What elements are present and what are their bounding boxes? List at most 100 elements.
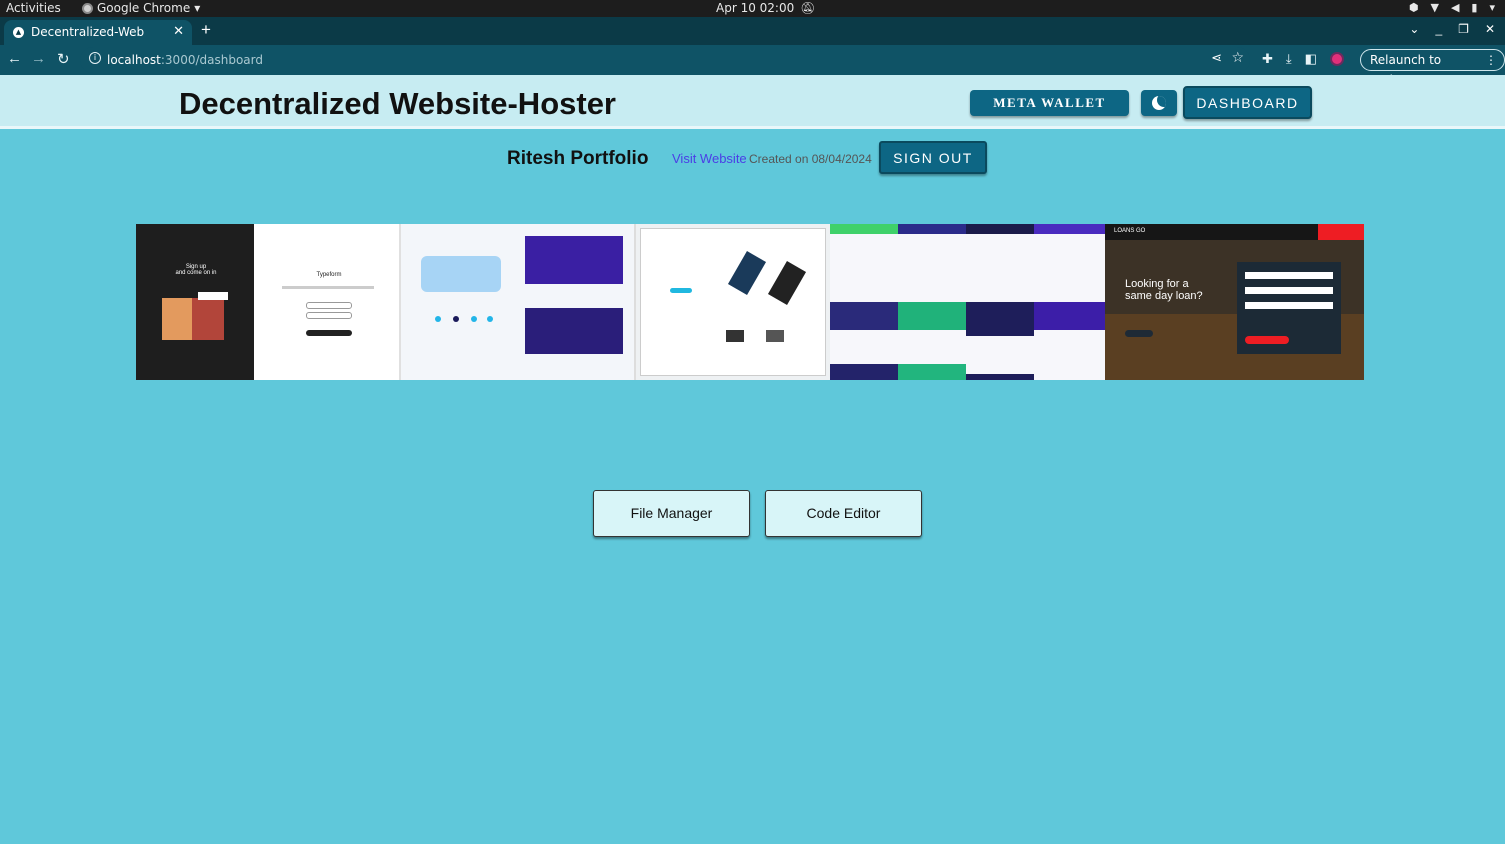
volume-icon: ◀ — [1450, 1, 1460, 14]
share-icon[interactable]: ⋖ — [1211, 51, 1222, 66]
thumbnail-art-block — [306, 312, 352, 319]
thumbnail-art-block — [830, 224, 898, 234]
app-menu-label: Google Chrome — [97, 1, 191, 15]
tab-strip: ▲ Decentralized-Web ✕ — [0, 17, 1505, 45]
website-thumbnail-gallery: Sign up and come on in Typeform LOANS GO… — [136, 224, 1364, 380]
dashboard-button[interactable]: DASHBOARD — [1183, 86, 1312, 119]
thumbnail-signup-text: Sign up and come on in — [175, 264, 217, 276]
thumbnail-art-block — [830, 364, 898, 380]
browser-tab[interactable]: ▲ Decentralized-Web ✕ — [4, 20, 192, 45]
created-date: Created on 08/04/2024 — [749, 152, 872, 166]
system-tray[interactable]: ⬢ ▼ ◀ ▮ ▾ — [1409, 1, 1495, 14]
thumbnail-art-block — [1245, 336, 1289, 344]
clock[interactable]: Apr 10 02:00 🔕︎ — [716, 1, 815, 15]
thumbnail-art-block — [1034, 224, 1105, 234]
thumbnail-art-block — [471, 316, 477, 322]
profile-avatar[interactable] — [1329, 52, 1344, 66]
sign-out-button[interactable]: SIGN OUT — [879, 141, 987, 174]
more-menu-icon[interactable]: ⋮ — [1485, 50, 1497, 70]
caret-down-icon: ▾ — [194, 1, 201, 15]
thumbnail-art-block — [1245, 302, 1333, 309]
thumbnail-art-block — [525, 236, 623, 284]
moon-icon — [1152, 96, 1166, 110]
thumbnail-art-block — [487, 316, 493, 322]
back-icon[interactable]: ← — [7, 50, 22, 67]
site-favicon-icon: ▲ — [13, 27, 24, 38]
browser-toolbar: ← → ↻ i localhost:3000/dashboard ⋖ ☆ ✚ ⤓… — [0, 45, 1505, 87]
thumbnail-typeform-text: Typeform — [316, 272, 342, 278]
thumbnail-loan-logo: LOANS GO — [1114, 228, 1146, 234]
url-path: :3000/dashboard — [160, 53, 263, 67]
forward-icon[interactable]: → — [31, 50, 46, 67]
battery-icon: ▮ — [1471, 1, 1478, 14]
thumbnail-art-block — [966, 224, 1034, 234]
thumbnail-art-block — [766, 330, 784, 342]
tray-menu-icon: ▾ — [1489, 1, 1495, 14]
thumbnail-art-block — [1245, 287, 1333, 294]
side-panel-icon[interactable]: ◧ — [1305, 51, 1317, 67]
thumbnail-art-block — [898, 302, 966, 330]
relaunch-button[interactable]: Relaunch to update ⋮ — [1360, 49, 1505, 87]
chrome-icon — [82, 2, 93, 14]
url-text[interactable]: localhost:3000/dashboard — [107, 53, 263, 67]
thumbnail-typeform[interactable]: Typeform — [254, 224, 401, 380]
thumbnail-loan-heading: Looking for a same day loan? — [1125, 278, 1203, 302]
thumbnail-art-block — [1245, 272, 1333, 279]
thumbnail-art-block — [435, 316, 441, 322]
window-controls: ⌄ _ ❐ ✕ — [1409, 22, 1495, 36]
close-window-icon[interactable]: ✕ — [1485, 22, 1495, 36]
site-name: Ritesh Portfolio — [507, 148, 649, 169]
minimize-icon[interactable]: _ — [1435, 22, 1442, 36]
thumbnail-art-block — [966, 302, 1034, 336]
url-host: localhost — [107, 53, 161, 67]
thumbnail-art-block — [898, 364, 966, 380]
tab-close-icon[interactable]: ✕ — [173, 24, 184, 39]
thumbnail-loan-cta — [1318, 224, 1364, 240]
new-tab-button[interactable]: + — [201, 20, 211, 40]
clock-label: Apr 10 02:00 — [716, 1, 795, 15]
thumbnail-loan-nav: LOANS GO — [1105, 224, 1364, 240]
extensions-icon[interactable]: ✚ — [1262, 51, 1273, 67]
thumbnail-art-block — [306, 302, 352, 309]
thumbnail-art-block — [162, 298, 192, 340]
tab-search-icon[interactable]: ⌄ — [1409, 22, 1419, 36]
toolbar-icons: ✚ ⤓ ◧ — [1262, 51, 1344, 67]
app-header: Decentralized Website-Hoster META WALLET… — [0, 75, 1505, 129]
activities-button[interactable]: Activities — [6, 1, 61, 15]
thumbnail-startup-site[interactable] — [636, 224, 830, 380]
system-top-bar: Activities Google Chrome ▾ Apr 10 02:00 … — [0, 0, 1505, 17]
thumbnail-agency-grid[interactable] — [830, 224, 1105, 380]
visit-website-link[interactable]: Visit Website — [672, 151, 747, 166]
page-title: Decentralized Website-Hoster — [179, 86, 616, 121]
reload-icon[interactable]: ↻ — [57, 50, 70, 68]
thumbnail-art-block — [453, 316, 459, 322]
thumbnail-art-block — [670, 288, 692, 293]
thumbnail-signup[interactable]: Sign up and come on in — [136, 224, 254, 380]
thumbnail-art-block — [198, 292, 228, 300]
thumbnail-art-block — [830, 302, 898, 330]
bookmark-star-icon[interactable]: ☆ — [1231, 50, 1244, 66]
thumbnail-art-block — [726, 330, 744, 342]
address-bar[interactable]: i localhost:3000/dashboard ⋖ ☆ — [80, 47, 1250, 73]
site-info-icon[interactable]: i — [89, 52, 101, 64]
thumbnail-art-block — [898, 224, 966, 234]
thumbnail-art-block — [1034, 302, 1105, 330]
thumbnail-loan-site[interactable]: LOANS GO Looking for a same day loan? — [1105, 224, 1364, 380]
notifications-muted-icon: 🔕︎ — [800, 1, 816, 15]
thumbnail-art-block — [966, 374, 1034, 380]
thumbnail-art-block — [421, 256, 501, 292]
code-editor-button[interactable]: Code Editor — [765, 490, 922, 537]
thumbnail-art-block — [306, 330, 352, 336]
wifi-icon: ▼ — [1430, 1, 1439, 14]
theme-toggle-button[interactable] — [1141, 90, 1177, 116]
meta-wallet-button[interactable]: META WALLET — [970, 90, 1129, 116]
thumbnail-art-block — [1125, 330, 1153, 337]
thumbnail-art-block — [525, 308, 623, 354]
restore-icon[interactable]: ❐ — [1458, 22, 1469, 36]
tab-title: Decentralized-Web — [31, 25, 145, 39]
download-icon[interactable]: ⤓ — [1286, 51, 1292, 67]
thumbnail-water-site[interactable] — [401, 224, 636, 380]
network-icon: ⬢ — [1408, 1, 1419, 14]
app-menu[interactable]: Google Chrome ▾ — [82, 1, 200, 15]
file-manager-button[interactable]: File Manager — [593, 490, 750, 537]
